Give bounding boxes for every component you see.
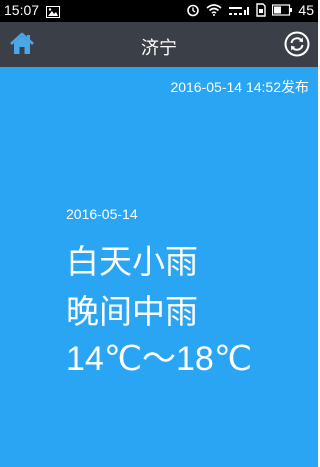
day-weather: 白天小雨 (66, 242, 198, 281)
temperature-range: 14℃～18℃ (66, 340, 253, 378)
image-notification-icon (46, 5, 60, 21)
title-bar: 济宁 (0, 22, 318, 67)
forecast-date: 2016-05-14 (66, 206, 138, 222)
wifi-icon (206, 4, 222, 16)
status-time: 15:07 (4, 2, 40, 18)
battery-level: 45 (298, 2, 314, 18)
signal-icon (228, 4, 250, 16)
night-weather: 晚间中雨 (66, 292, 198, 331)
sim-icon (256, 3, 267, 17)
weather-screen: 15:07 45 济宁 2016-05-14 14:52发布 2016-05-1… (0, 0, 318, 467)
refresh-icon (284, 31, 310, 61)
status-bar: 15:07 45 (0, 0, 318, 22)
alarm-icon (186, 3, 200, 17)
refresh-button[interactable] (284, 31, 310, 57)
publish-time: 2016-05-14 14:52发布 (170, 79, 309, 95)
city-title: 济宁 (141, 38, 177, 59)
status-icons: 45 (186, 2, 314, 18)
battery-icon (272, 4, 293, 16)
